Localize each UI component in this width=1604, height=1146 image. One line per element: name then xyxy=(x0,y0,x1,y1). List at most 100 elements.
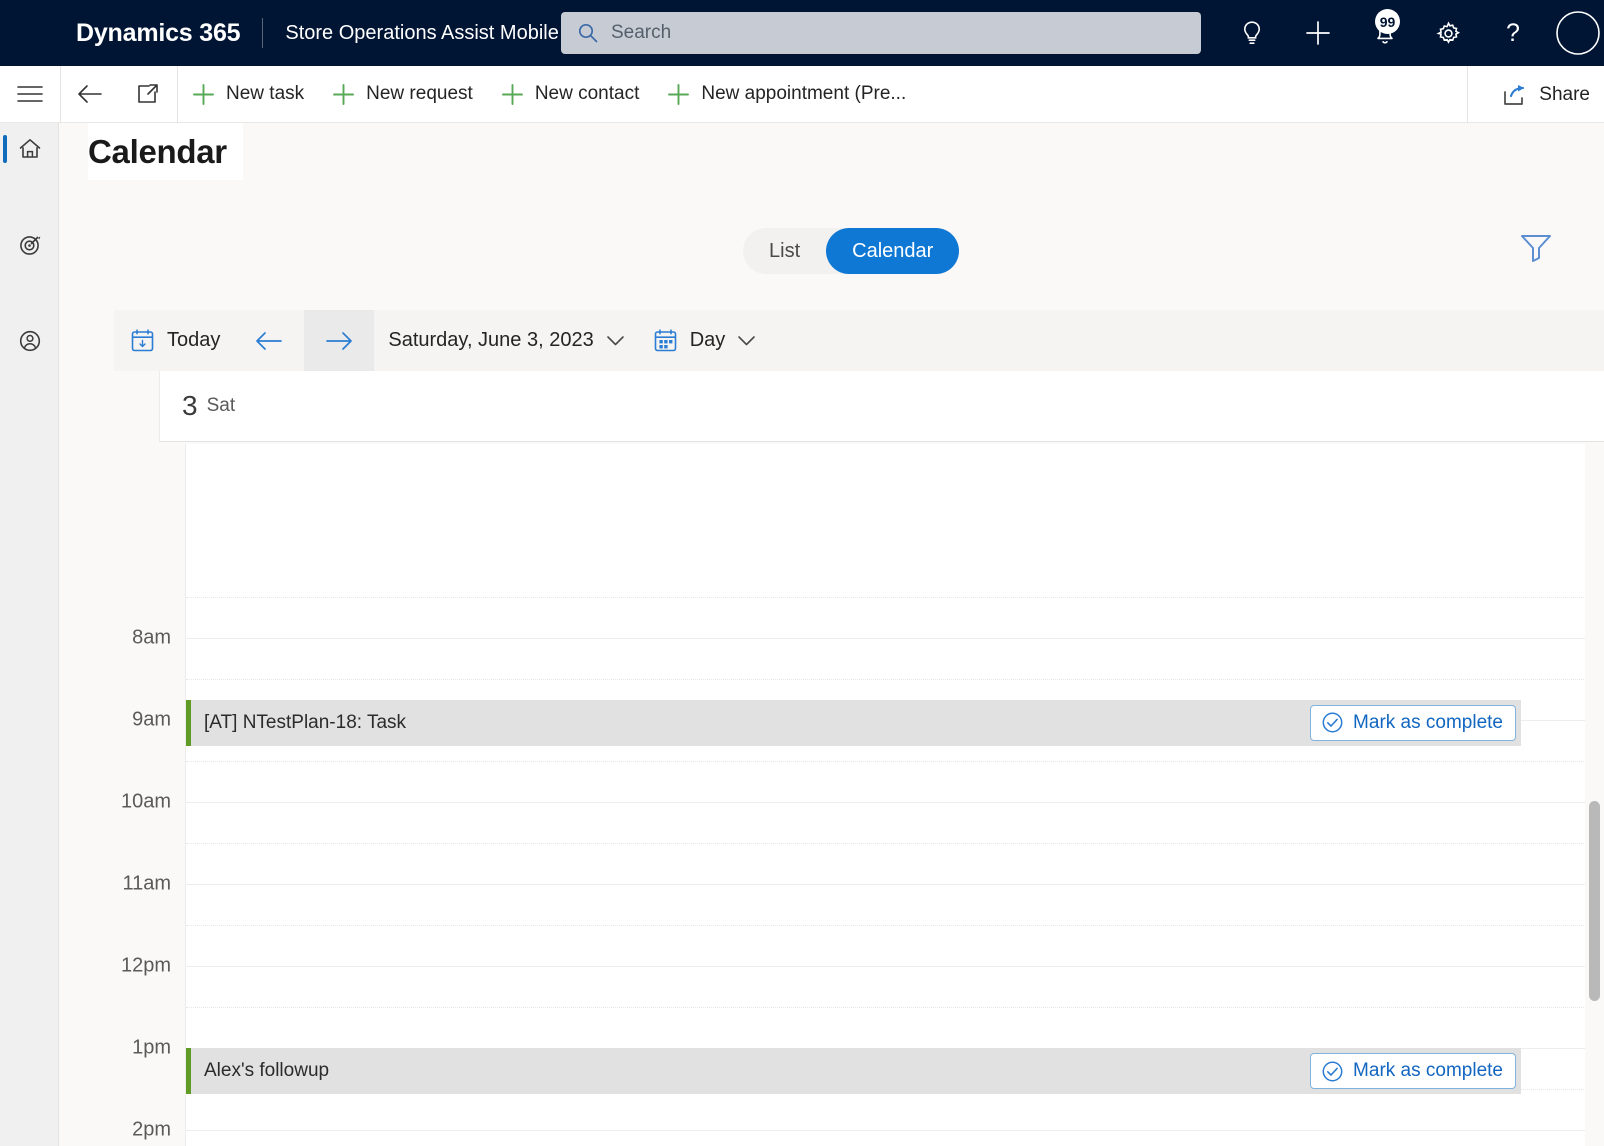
scrollbar-thumb[interactable] xyxy=(1589,801,1600,1001)
account-avatar-icon[interactable] xyxy=(1552,0,1604,66)
page-title: Calendar xyxy=(88,123,243,180)
calendar-event[interactable]: Alex's followup Mark as complete xyxy=(186,1048,1521,1094)
active-indicator xyxy=(3,135,7,163)
filter-funnel-icon[interactable] xyxy=(1519,231,1553,268)
lightbulb-icon[interactable] xyxy=(1228,0,1276,66)
day-of-week: Sat xyxy=(206,395,236,416)
share-label: Share xyxy=(1539,83,1590,105)
hour-gridline xyxy=(186,802,1586,803)
half-hour-gridline xyxy=(186,761,1586,762)
today-label: Today xyxy=(167,329,221,351)
target-pin-icon xyxy=(19,235,40,255)
tab-calendar[interactable]: Calendar xyxy=(826,228,960,274)
time-gutter: 8am9am10am11am12pm1pm2pm3pm xyxy=(59,444,185,1146)
date-picker-button[interactable]: Saturday, June 3, 2023 xyxy=(374,310,638,371)
brand-title: Dynamics 365 xyxy=(76,18,241,47)
half-hour-gridline xyxy=(186,925,1586,926)
today-button[interactable]: Today xyxy=(114,310,234,371)
mark-as-complete-button[interactable]: Mark as complete xyxy=(1310,704,1516,741)
svg-text:?: ? xyxy=(1506,19,1520,47)
notification-badge: 99 xyxy=(1375,9,1400,34)
chevron-down-icon xyxy=(606,334,625,347)
previous-day-button[interactable] xyxy=(234,310,304,371)
mark-as-complete-label: Mark as complete xyxy=(1353,1060,1503,1081)
back-arrow-icon[interactable] xyxy=(61,83,119,105)
arrow-right-icon xyxy=(326,331,353,350)
share-icon xyxy=(1503,84,1529,106)
half-hour-gridline xyxy=(186,597,1586,598)
event-accent-bar xyxy=(186,699,191,746)
new-appointment-label: New appointment (Pre... xyxy=(701,83,907,104)
sidebar-item-home[interactable] xyxy=(0,125,59,173)
view-toggle: List Calendar xyxy=(743,228,960,274)
new-request-button[interactable]: New request xyxy=(318,66,487,123)
divider xyxy=(1467,66,1468,123)
plus-icon xyxy=(332,83,355,106)
calendar-navigation-bar: Today Saturday, June 3, 2023 Day xyxy=(114,310,1604,371)
app-name: Store Operations Assist Mobile xyxy=(285,21,559,44)
event-title: [AT] NTestPlan-18: Task xyxy=(204,711,407,733)
mark-as-complete-button[interactable]: Mark as complete xyxy=(1310,1053,1516,1089)
calendar-grid: 8am9am10am11am12pm1pm2pm3pm [AT] NTestPl… xyxy=(59,444,1604,1146)
next-day-button[interactable] xyxy=(304,310,375,371)
share-button[interactable]: Share xyxy=(1481,66,1590,123)
mark-as-complete-label: Mark as complete xyxy=(1353,711,1503,733)
view-mode-label: Day xyxy=(689,329,726,351)
arrow-left-icon xyxy=(256,331,283,350)
plus-icon[interactable] xyxy=(1294,0,1342,66)
hamburger-menu-icon[interactable] xyxy=(0,85,60,103)
sidebar-item-pinned[interactable] xyxy=(0,317,59,365)
view-mode-button[interactable]: Day xyxy=(639,310,771,371)
command-bar: New task New request New contact New app… xyxy=(0,65,1604,123)
brand-divider xyxy=(262,18,264,48)
check-circle-icon xyxy=(1321,711,1344,734)
hour-label: 2pm xyxy=(132,1118,171,1141)
half-hour-gridline xyxy=(186,1007,1586,1008)
gear-icon[interactable] xyxy=(1424,0,1472,66)
hour-label: 10am xyxy=(120,790,171,813)
calendar-today-icon xyxy=(130,328,155,353)
home-icon xyxy=(19,139,40,158)
left-navigation-rail xyxy=(0,123,59,1146)
event-accent-bar xyxy=(186,1048,191,1094)
new-contact-label: New contact xyxy=(534,83,640,104)
person-circle-icon xyxy=(19,330,40,352)
hour-label: 9am xyxy=(132,708,171,731)
hour-gridline xyxy=(186,638,1586,639)
half-hour-gridline xyxy=(186,843,1586,844)
hour-label: 11am xyxy=(122,872,171,895)
day-column-header[interactable]: 3 Sat xyxy=(159,371,1604,442)
check-circle-icon xyxy=(1321,1060,1344,1083)
hour-gridline xyxy=(186,966,1586,967)
page-content: Calendar List Calendar Today Saturday, J… xyxy=(59,123,1604,1146)
new-contact-button[interactable]: New contact xyxy=(487,66,654,123)
hour-gridline xyxy=(186,1130,1586,1131)
sidebar-item-recent[interactable] xyxy=(0,221,59,269)
day-number: 3 xyxy=(182,390,198,421)
chevron-down-icon xyxy=(737,334,756,347)
new-appointment-button[interactable]: New appointment (Pre... xyxy=(653,66,920,123)
plus-icon xyxy=(501,83,524,106)
day-slot-column[interactable]: [AT] NTestPlan-18: Task Mark as complete A… xyxy=(185,444,1586,1146)
current-date-label: Saturday, June 3, 2023 xyxy=(388,329,594,351)
hour-label: 8am xyxy=(132,626,171,649)
search-icon xyxy=(577,22,599,44)
plus-icon xyxy=(667,83,690,106)
hour-label: 12pm xyxy=(120,954,171,977)
tab-list[interactable]: List xyxy=(743,228,826,274)
vertical-scrollbar[interactable] xyxy=(1585,444,1604,1146)
open-in-new-window-icon[interactable] xyxy=(119,83,177,105)
calendar-event[interactable]: [AT] NTestPlan-18: Task Mark as complete xyxy=(186,699,1521,746)
notification-bell-icon[interactable]: 99 xyxy=(1358,0,1412,66)
new-task-label: New task xyxy=(226,83,305,104)
calendar-view-icon xyxy=(653,328,678,353)
hour-label: 1pm xyxy=(132,1036,171,1059)
new-task-button[interactable]: New task xyxy=(178,66,318,123)
search-input[interactable] xyxy=(609,21,1129,45)
half-hour-gridline xyxy=(186,679,1586,680)
search-box[interactable] xyxy=(561,12,1201,54)
plus-icon xyxy=(192,83,215,106)
top-navigation-bar: Dynamics 365 Store Operations Assist Mob… xyxy=(0,0,1604,66)
help-question-icon[interactable]: ? xyxy=(1490,0,1536,66)
new-request-label: New request xyxy=(366,83,473,104)
